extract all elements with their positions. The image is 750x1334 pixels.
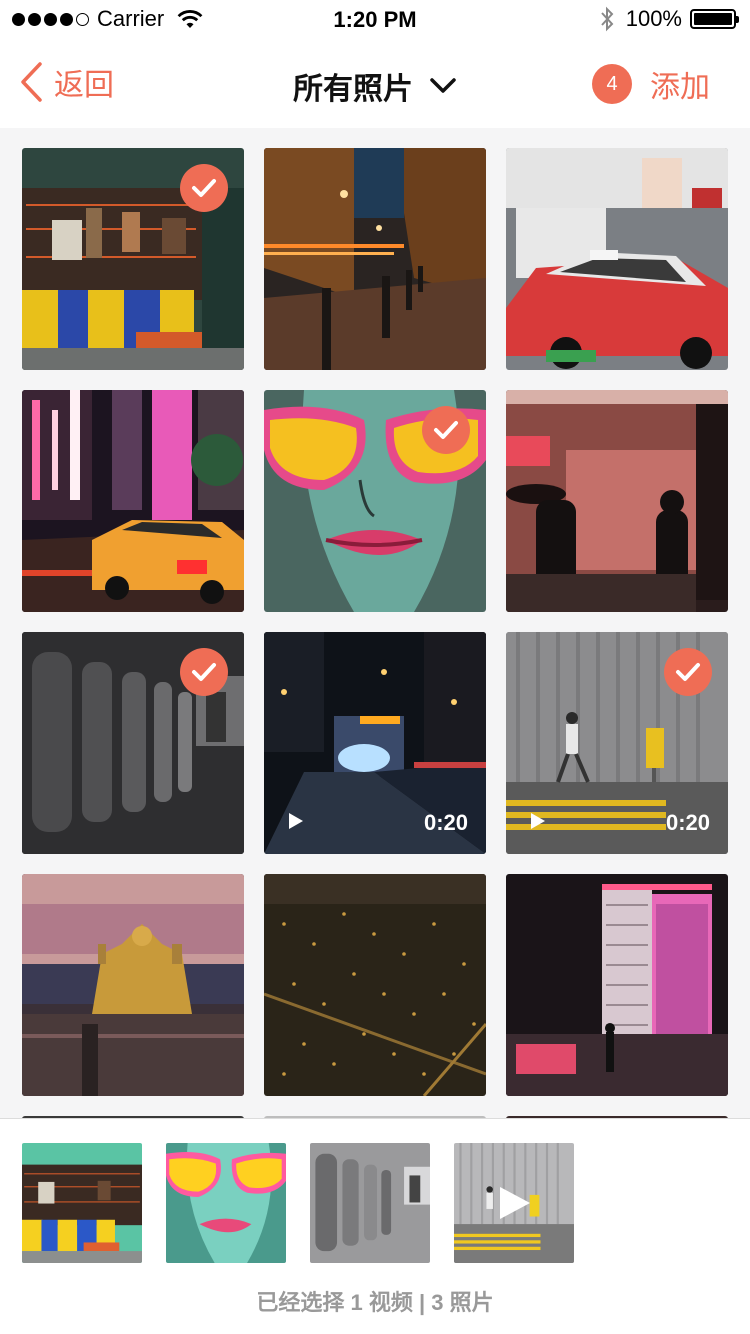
- chevron-down-icon: [430, 78, 456, 93]
- selected-thumb-storefront[interactable]: [22, 1143, 142, 1263]
- video-duration: 0:20: [423, 810, 468, 835]
- battery-percentage: 100%: [625, 6, 682, 31]
- selected-thumb-crosswalk[interactable]: [454, 1143, 574, 1263]
- bluetooth-icon: [600, 6, 614, 32]
- selected-check-icon: [664, 648, 712, 696]
- city-lights-photo: [264, 874, 486, 1096]
- video-duration: 0:20: [665, 810, 710, 835]
- pink-tower-photo: [506, 874, 728, 1096]
- battery-icon: [690, 9, 739, 29]
- selection-count-badge: 4: [592, 64, 632, 104]
- selected-thumb-graffiti[interactable]: [166, 1143, 286, 1263]
- neon-taxi-photo: [22, 390, 244, 612]
- grid-tile-noodle-bar[interactable]: [506, 390, 728, 612]
- red-taxi-photo: [506, 148, 728, 370]
- grid-tile-golden-temple[interactable]: [22, 874, 244, 1096]
- grid-tile-neon-taxi[interactable]: [22, 390, 244, 612]
- page-title: 所有照片: [293, 73, 413, 106]
- play-icon: [500, 1187, 530, 1219]
- status-bar: Carrier 1:20 PM 100%: [0, 0, 750, 40]
- photo-grid[interactable]: 0:20 0:20: [0, 128, 750, 1118]
- noodle-bar-photo: [506, 390, 728, 612]
- selection-tray: 已经选择 1 视频 | 3 照片: [0, 1118, 750, 1334]
- grid-tile-night-bus[interactable]: 0:20: [264, 632, 486, 854]
- selected-thumb-bollards[interactable]: [310, 1143, 430, 1263]
- navigation-bar: 返回 所有照片 4 添加: [0, 40, 750, 128]
- graffiti-thumbnail: [166, 1143, 286, 1263]
- selected-check-icon: [180, 164, 228, 212]
- selection-summary: 已经选择 1 视频 | 3 照片: [256, 1290, 494, 1315]
- bollards-thumbnail: [310, 1143, 430, 1263]
- selected-check-icon: [422, 406, 470, 454]
- status-right: 100%: [600, 6, 739, 32]
- add-label: 添加: [650, 71, 710, 104]
- grid-tile-city-lights[interactable]: [264, 874, 486, 1096]
- grid-tile-street-night[interactable]: [264, 148, 486, 370]
- play-icon: [289, 813, 303, 829]
- golden-temple-photo: [22, 874, 244, 1096]
- street-night-photo: [264, 148, 486, 370]
- grid-tile-pink-tower[interactable]: [506, 874, 728, 1096]
- add-button[interactable]: 4 添加: [592, 62, 710, 106]
- selected-check-icon: [180, 648, 228, 696]
- battery-level: [694, 13, 732, 25]
- play-icon: [531, 813, 545, 829]
- storefront-thumbnail: [22, 1143, 142, 1263]
- grid-tile-red-taxi[interactable]: [506, 148, 728, 370]
